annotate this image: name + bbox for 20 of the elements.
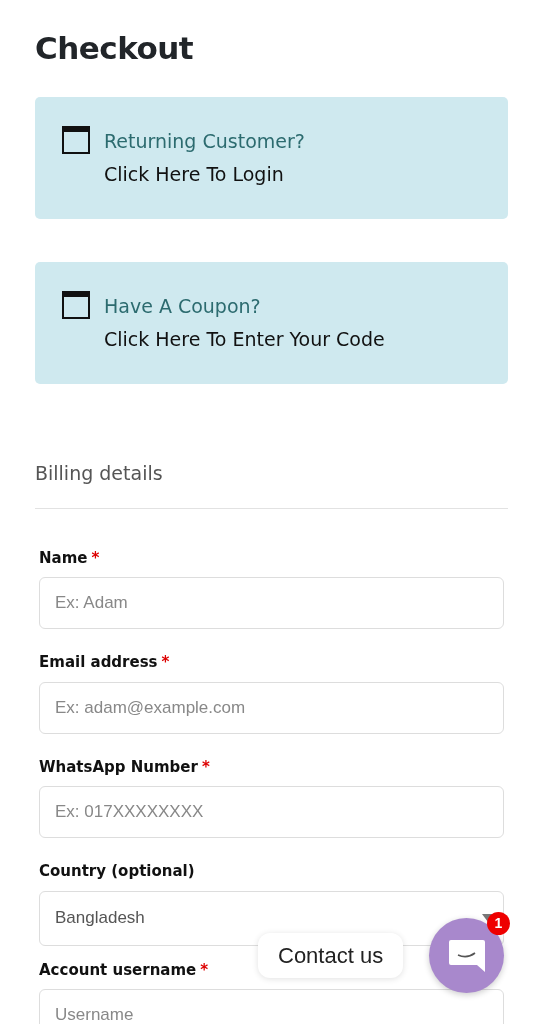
input-field[interactable]: Username: [39, 989, 504, 1024]
contact-tooltip: Contact us: [258, 933, 404, 978]
notification-count: 1: [487, 912, 510, 935]
notice-heading: Returning Customer?: [104, 129, 305, 155]
field-label: Account username *: [39, 959, 209, 981]
notice-heading: Have A Coupon?: [104, 294, 262, 320]
page-title: Checkout: [35, 30, 195, 68]
notice-link[interactable]: Click Here To Login: [104, 158, 305, 192]
window-icon: [62, 291, 90, 320]
field-label: WhatsApp Number *: [39, 756, 210, 778]
field-label: Email address *: [39, 652, 170, 674]
field-label: Name *: [39, 547, 100, 569]
window-icon: [62, 126, 90, 155]
chat-icon: [447, 937, 486, 974]
field-label: Country (optional): [39, 861, 195, 883]
input-field[interactable]: Ex: Adam: [39, 577, 504, 630]
section-heading: Billing details: [35, 459, 508, 509]
input-field[interactable]: Ex: adam@example.com: [39, 681, 504, 734]
notice-link[interactable]: Click Here To Enter Your Code: [104, 323, 385, 357]
input-field[interactable]: Ex: 017XXXXXXXX: [39, 786, 504, 839]
